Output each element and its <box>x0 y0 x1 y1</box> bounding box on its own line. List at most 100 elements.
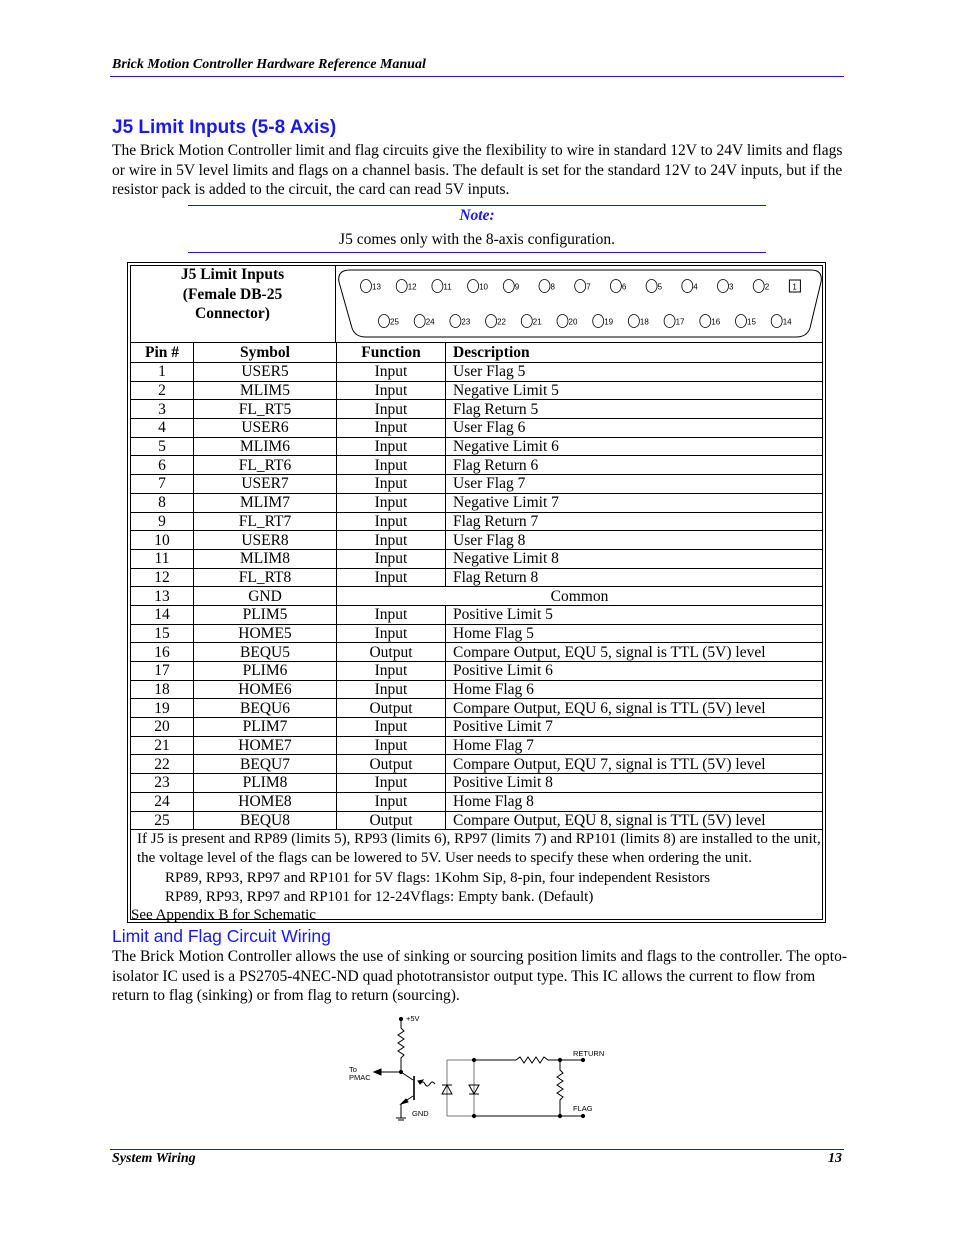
pin-label: 15 <box>747 318 756 327</box>
cell-function: Output <box>336 698 446 719</box>
footnote-24v-line: RP89, RP93, RP97 and RP101 for 12-24Vfla… <box>165 888 594 905</box>
cell-symbol: MLIM5 <box>193 380 337 401</box>
cell-description: Negative Limit 5 <box>445 380 823 401</box>
cell-description: Home Flag 6 <box>445 679 823 700</box>
cell-description: User Flag 7 <box>445 474 823 494</box>
cell-function: Input <box>336 567 446 588</box>
cell-description: Compare Output, EQU 8, signal is TTL (5V… <box>445 810 823 831</box>
cell-function: Output <box>336 754 446 775</box>
table-row: 2 MLIM5 Input Negative Limit 5 <box>130 380 823 401</box>
cell-function: Input <box>336 511 446 532</box>
cell-pin: 7 <box>130 474 194 494</box>
pins-bottom-row: 25 24 23 22 21 20 19 18 17 16 15 14 <box>378 314 792 328</box>
cell-description: Flag Return 7 <box>445 511 823 532</box>
pin-label: 13 <box>372 283 381 292</box>
cell-function: Input <box>336 455 446 476</box>
table-row: 24 HOME8 Input Home Flag 8 <box>130 791 823 812</box>
cell-description: Negative Limit 7 <box>445 492 823 513</box>
cell-description: Common <box>336 586 823 606</box>
cell-symbol: HOME5 <box>193 623 337 644</box>
cell-function: Input <box>336 604 446 625</box>
pin-label: 19 <box>604 318 613 327</box>
cell-function: Input <box>336 436 446 457</box>
cell-description: Positive Limit 6 <box>445 661 823 681</box>
cell-symbol: FL_RT6 <box>193 455 337 476</box>
cell-pin: 8 <box>130 492 194 513</box>
pin-hole <box>395 279 408 293</box>
label-gnd: GND <box>412 1109 429 1118</box>
pullup-resistor <box>397 1019 405 1072</box>
header-pin: Pin # <box>130 342 194 363</box>
pin-label: 5 <box>658 283 663 292</box>
cell-symbol: HOME8 <box>193 791 337 812</box>
table-row: 25 BEQU8 Output Compare Output, EQU 8, sign… <box>130 810 823 831</box>
cell-description: User Flag 5 <box>445 362 823 382</box>
transistor-collector <box>400 1071 414 1081</box>
table-row: 17 PLIM6 Input Positive Limit 6 <box>130 661 823 681</box>
table-row: 5 MLIM6 Input Negative Limit 6 <box>130 436 823 457</box>
pin-hole <box>378 314 390 328</box>
pin-label: 25 <box>390 318 399 327</box>
pin-hole <box>467 279 480 293</box>
table-row: 22 BEQU7 Output Compare Output, EQU 7, sign… <box>130 754 823 775</box>
page-number: 13 <box>828 1151 842 1166</box>
table-footnote: If J5 is present and RP89 (limits 5), RP… <box>131 830 821 924</box>
cell-description: Home Flag 5 <box>445 623 823 644</box>
cell-description: Flag Return 8 <box>445 567 823 588</box>
header-rule <box>110 76 844 77</box>
cell-symbol: PLIM6 <box>193 661 337 681</box>
cell-description: User Flag 8 <box>445 530 823 550</box>
pinout-table: Pin # Symbol Function Description 1 USER5… <box>130 342 823 831</box>
footnote-5v-line: RP89, RP93, RP97 and RP101 for 5V flags:… <box>165 869 711 886</box>
label-return: RETURN <box>573 1049 604 1058</box>
pin-hole <box>413 314 426 328</box>
pin-label: 9 <box>515 283 520 292</box>
table-row: 6 FL_RT6 Input Flag Return 6 <box>130 455 823 476</box>
cell-pin: 21 <box>130 735 194 756</box>
pin-hole <box>449 314 462 328</box>
running-header-title: Brick Motion Controller Hardware Referen… <box>112 57 426 72</box>
table-row: 13 GND Common <box>130 586 823 606</box>
cell-function: Input <box>336 623 446 644</box>
cell-description: Negative Limit 6 <box>445 436 823 457</box>
pin-hole <box>574 279 587 293</box>
pin-hole <box>520 314 533 328</box>
cell-symbol: PLIM8 <box>193 773 337 793</box>
note-title: Note: <box>459 207 495 224</box>
cell-pin: 5 <box>130 436 194 457</box>
pin-hole <box>663 314 676 328</box>
cell-description: Compare Output, EQU 7, signal is TTL (5V… <box>445 754 823 775</box>
light-wave-icon <box>419 1081 436 1087</box>
cell-pin: 24 <box>130 791 194 812</box>
cell-function: Input <box>336 548 446 569</box>
cell-function: Output <box>336 810 446 831</box>
table-row: 4 USER6 Input User Flag 6 <box>130 418 823 438</box>
pin-hole <box>502 279 515 293</box>
label-flag: FLAG <box>573 1104 593 1113</box>
cell-pin: 10 <box>130 530 194 550</box>
cell-function: Input <box>336 717 446 737</box>
cell-function: Input <box>336 418 446 438</box>
connector-title-line: J5 Limit Inputs <box>180 266 285 283</box>
label-pmac: PMAC <box>349 1073 371 1082</box>
note-text: J5 comes only with the 8-axis configurat… <box>339 231 615 248</box>
cell-description: Flag Return 5 <box>445 399 823 420</box>
table-row: 1 USER5 Input User Flag 5 <box>130 362 823 382</box>
cell-pin: 2 <box>130 380 194 401</box>
footnote-see-also: See Appendix B for Schematic <box>131 907 316 924</box>
cell-pin: 15 <box>130 623 194 644</box>
pin-hole <box>360 279 372 293</box>
pin-label: 6 <box>622 283 627 292</box>
cell-pin: 22 <box>130 754 194 775</box>
cell-description: Compare Output, EQU 5, signal is TTL (5V… <box>445 642 823 662</box>
pin-label: 14 <box>783 318 792 327</box>
cell-symbol: MLIM6 <box>193 436 337 457</box>
cell-symbol: BEQU8 <box>193 810 337 831</box>
cell-pin: 17 <box>130 661 194 681</box>
table-row: 12 FL_RT8 Input Flag Return 8 <box>130 567 823 588</box>
pin-label: 12 <box>408 283 417 292</box>
section-paragraph: The Brick Motion Controller limit and fl… <box>112 142 843 199</box>
table-row: 23 PLIM8 Input Positive Limit 8 <box>130 773 823 793</box>
pin-label: 21 <box>533 318 542 327</box>
connector-title-line: Connector) <box>195 305 270 322</box>
